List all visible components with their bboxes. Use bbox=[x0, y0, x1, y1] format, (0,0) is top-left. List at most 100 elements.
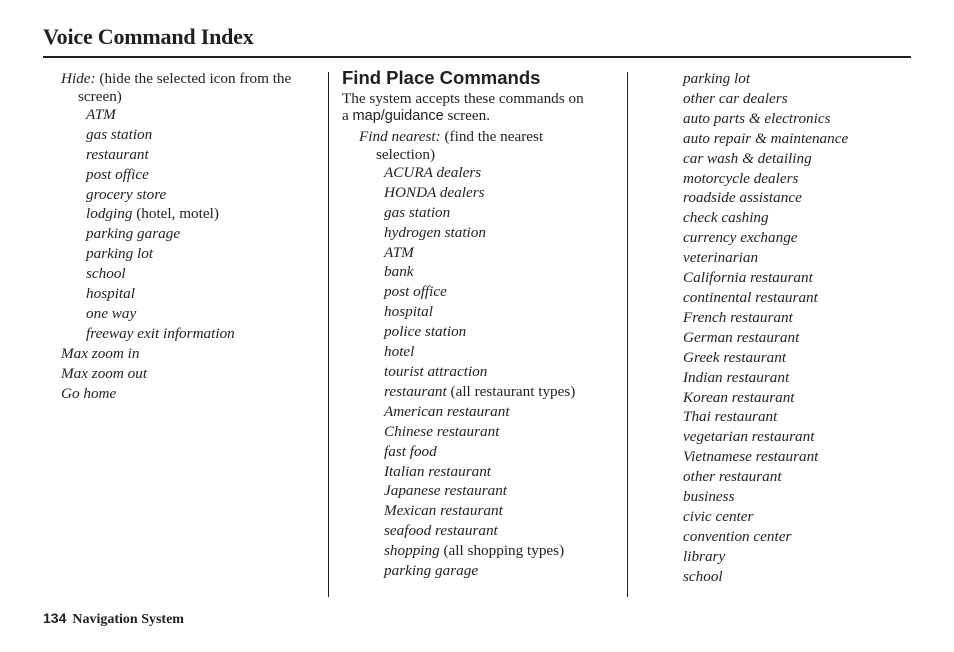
item-text: hydrogen station bbox=[384, 223, 486, 241]
item-text: motorcycle dealers bbox=[683, 169, 799, 187]
item-text: French restaurant bbox=[683, 308, 793, 326]
list-item: Mexican restaurant bbox=[342, 501, 622, 521]
list-item: hotel bbox=[342, 342, 622, 362]
list-item: parking garage bbox=[61, 224, 321, 244]
list-item: HONDA dealers bbox=[342, 183, 622, 203]
list-item: gas station bbox=[61, 125, 321, 145]
item-note: (all shopping types) bbox=[439, 542, 565, 560]
item-text: ATM bbox=[86, 105, 116, 123]
item-text: check cashing bbox=[683, 209, 769, 227]
item-text: parking garage bbox=[384, 562, 479, 580]
list-item: school bbox=[61, 264, 321, 284]
title-rule bbox=[43, 56, 911, 58]
list-item: lodging (hotel, motel) bbox=[61, 204, 321, 224]
list-item: Greek restaurant bbox=[683, 348, 923, 368]
item-text: police station bbox=[384, 323, 467, 341]
list-item: Max zoom out bbox=[61, 364, 321, 384]
list-item: currency exchange bbox=[683, 228, 923, 248]
command-label: Find nearest: bbox=[359, 128, 441, 145]
list-item: business bbox=[683, 487, 923, 507]
list-item: restaurant (all restaurant types) bbox=[342, 382, 622, 402]
list-item: hospital bbox=[61, 284, 321, 304]
list-item: grocery store bbox=[61, 185, 321, 205]
item-text: Indian restaurant bbox=[683, 368, 790, 386]
intro-text-part: screen. bbox=[443, 107, 491, 124]
list-item: continental restaurant bbox=[683, 288, 923, 308]
command-description: (find the nearest bbox=[440, 128, 544, 145]
item-text: parking lot bbox=[86, 245, 154, 263]
item-text: seafood restaurant bbox=[384, 522, 498, 540]
item-text: parking lot bbox=[683, 70, 751, 87]
list-item: school bbox=[683, 567, 923, 587]
item-text: Mexican restaurant bbox=[384, 502, 503, 520]
item-text: restaurant bbox=[384, 382, 447, 400]
list-item: post office bbox=[342, 282, 622, 302]
list-item: Indian restaurant bbox=[683, 368, 923, 388]
list-item: Max zoom in bbox=[61, 344, 321, 364]
page-footer: 134 Navigation System bbox=[43, 610, 184, 628]
item-text: California restaurant bbox=[683, 269, 813, 287]
item-text: school bbox=[86, 265, 126, 283]
list-item: Korean restaurant bbox=[683, 388, 923, 408]
list-item: roadside assistance bbox=[683, 188, 923, 208]
list-item: tourist attraction bbox=[342, 362, 622, 382]
list-item: fast food bbox=[342, 442, 622, 462]
item-text: other restaurant bbox=[683, 468, 782, 486]
item-text: veterinarian bbox=[683, 249, 759, 267]
item-text: fast food bbox=[384, 442, 437, 460]
column-2: Find Place Commands The system accepts t… bbox=[342, 67, 622, 581]
intro-text-part: a bbox=[342, 107, 353, 124]
item-text: Max zoom out bbox=[61, 364, 148, 382]
item-text: gas station bbox=[86, 125, 153, 143]
item-text: vegetarian restaurant bbox=[683, 428, 815, 446]
screen-name: map/guidance bbox=[352, 108, 444, 124]
command-label: Hide: bbox=[61, 70, 96, 87]
column-divider bbox=[328, 72, 329, 597]
item-text: school bbox=[683, 567, 723, 585]
list-item: other restaurant bbox=[683, 467, 923, 487]
column-divider bbox=[627, 72, 628, 597]
list-item: Vietnamese restaurant bbox=[683, 447, 923, 467]
list-item: hospital bbox=[342, 302, 622, 322]
command-description-cont: selection) bbox=[376, 145, 436, 163]
list-item: ATM bbox=[61, 105, 321, 125]
list-item: one way bbox=[61, 304, 321, 324]
list-item: bank bbox=[342, 262, 622, 282]
section-heading: Find Place Commands bbox=[342, 67, 541, 88]
item-note: (hotel, motel) bbox=[132, 205, 219, 223]
item-text: tourist attraction bbox=[384, 362, 488, 380]
item-text: Vietnamese restaurant bbox=[683, 448, 819, 466]
item-note: (all restaurant types) bbox=[446, 382, 576, 400]
item-text: hospital bbox=[86, 285, 135, 303]
item-text: Max zoom in bbox=[61, 344, 140, 362]
command-description: (hide the selected icon from the bbox=[95, 70, 292, 87]
item-text: one way bbox=[86, 304, 137, 322]
intro-text: The system accepts these commands on a m… bbox=[342, 90, 622, 125]
column-1: Hide: (hide the selected icon from the s… bbox=[61, 69, 321, 404]
item-text: hospital bbox=[384, 303, 433, 321]
list-item: freeway exit information bbox=[61, 324, 321, 344]
item-text: German restaurant bbox=[683, 328, 800, 346]
list-item: car wash & detailing bbox=[683, 149, 923, 169]
list-item: Chinese restaurant bbox=[342, 422, 622, 442]
item-text: HONDA dealers bbox=[384, 183, 485, 201]
list-item: other car dealers bbox=[683, 89, 923, 109]
list-item: California restaurant bbox=[683, 268, 923, 288]
find-nearest-command: Find nearest: (find the nearest bbox=[342, 127, 622, 147]
list-item: hydrogen station bbox=[342, 223, 622, 243]
item-text: post office bbox=[384, 283, 447, 301]
list-item: German restaurant bbox=[683, 328, 923, 348]
list-item: motorcycle dealers bbox=[683, 169, 923, 189]
list-item: library bbox=[683, 547, 923, 567]
list-item: Go home bbox=[61, 384, 321, 404]
item-text: auto parts & electronics bbox=[683, 109, 831, 127]
item-text: car wash & detailing bbox=[683, 149, 812, 167]
commands-list: Max zoom in Max zoom out Go home bbox=[61, 344, 321, 404]
item-text: Thai restaurant bbox=[683, 408, 778, 426]
item-text: American restaurant bbox=[384, 402, 510, 420]
list-item: seafood restaurant bbox=[342, 521, 622, 541]
list-item: ACURA dealers bbox=[342, 163, 622, 183]
list-item: restaurant bbox=[61, 145, 321, 165]
item-text: continental restaurant bbox=[683, 288, 818, 306]
item-text: parking garage bbox=[86, 225, 181, 243]
